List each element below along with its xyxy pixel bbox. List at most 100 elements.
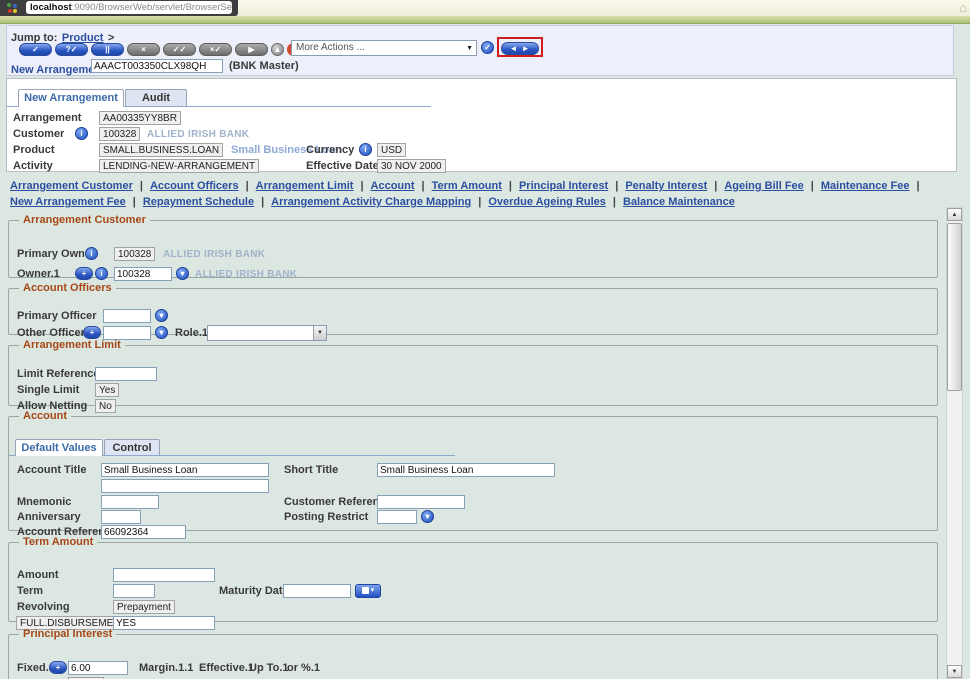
role-select-caret-icon[interactable]: ▼ — [313, 326, 326, 340]
calendar-icon[interactable]: ▾ — [355, 584, 381, 598]
link-arrangement-customer[interactable]: Arrangement Customer — [10, 180, 133, 192]
amount-input[interactable] — [113, 568, 215, 582]
url-text[interactable]: localhost:9090/BrowserWeb/servlet/Browse… — [26, 1, 232, 14]
upload-icon[interactable]: ▲ — [271, 43, 284, 56]
account-title-label: Account Title — [17, 464, 86, 476]
url-path: :9090/BrowserWeb/servlet/BrowserServlet#… — [72, 2, 232, 13]
link-ageing-bill-fee[interactable]: Ageing Bill Fee — [724, 180, 803, 192]
currency-info-icon[interactable]: i — [359, 143, 372, 156]
anniversary-input[interactable] — [101, 510, 141, 524]
scrollbar-thumb[interactable] — [947, 223, 962, 391]
fixed-rate-input[interactable] — [68, 661, 128, 675]
link-repayment-schedule[interactable]: Repayment Schedule — [143, 196, 254, 208]
upto-label: Up To.1 — [249, 662, 289, 674]
customer-name: ALLIED IRISH BANK — [147, 129, 249, 140]
link-overdue-ageing-rules[interactable]: Overdue Ageing Rules — [488, 196, 606, 208]
link-penalty-interest[interactable]: Penalty Interest — [625, 180, 707, 192]
short-title-input[interactable] — [377, 463, 555, 477]
verify-button[interactable]: ✓✓ — [163, 43, 196, 56]
primary-officer-input[interactable] — [103, 309, 151, 323]
customer-reference-input[interactable] — [377, 495, 465, 509]
url-host: localhost — [30, 2, 72, 13]
link-term-amount[interactable]: Term Amount — [432, 180, 502, 192]
scroll-up-button[interactable]: ▲ — [947, 208, 962, 221]
prev-next-button[interactable]: ◄ ► — [501, 42, 539, 55]
highlight-red-box: ◄ ► — [497, 37, 543, 57]
reverse-button[interactable]: ×✓ — [199, 43, 232, 56]
hold-button[interactable]: || — [91, 43, 124, 56]
link-separator: | — [140, 180, 143, 192]
owner1-expand-icon[interactable]: ▾ — [176, 267, 189, 280]
browser-tab[interactable]: localhost:9090/BrowserWeb/servlet/Browse… — [0, 0, 238, 16]
link-separator: | — [615, 180, 618, 192]
customer-reference-label: Customer Reference — [284, 496, 392, 508]
section-arrangement-customer: Arrangement Customer Primary Owner i 100… — [8, 214, 938, 278]
tab-audit[interactable]: Audit — [125, 89, 187, 106]
more-actions-dropdown[interactable]: More Actions ... ▼ — [291, 40, 477, 56]
record-id-input[interactable] — [91, 59, 223, 73]
product-value: SMALL.BUSINESS.LOAN — [99, 143, 223, 157]
customer-info-icon[interactable]: i — [75, 127, 88, 140]
forward-button[interactable]: ▶ — [235, 43, 268, 56]
effective-date-value: 30 NOV 2000 — [377, 159, 446, 173]
tab-control[interactable]: Control — [104, 439, 160, 455]
account-title-2-input[interactable] — [101, 479, 269, 493]
other-officer-add-icon[interactable]: + — [83, 326, 101, 339]
link-principal-interest[interactable]: Principal Interest — [519, 180, 608, 192]
currency-value: USD — [377, 143, 406, 157]
link-separator: | — [613, 196, 616, 208]
effective-date-label: Effective Date — [306, 160, 379, 172]
browser-toolbar-strip — [0, 16, 970, 24]
vertical-scrollbar[interactable]: ▲ ▼ — [946, 207, 963, 679]
revolving-label: Revolving — [17, 601, 70, 613]
single-limit-value: Yes — [95, 383, 119, 397]
section-title: Account — [19, 410, 71, 422]
posting-restrict-input[interactable] — [377, 510, 417, 524]
link-account[interactable]: Account — [371, 180, 415, 192]
mnemonic-input[interactable] — [101, 495, 159, 509]
customer-value: 100328 — [99, 127, 140, 141]
section-account: Account Default Values Control Account T… — [8, 410, 938, 531]
posting-restrict-expand-icon[interactable]: ▾ — [421, 510, 434, 523]
primary-officer-expand-icon[interactable]: ▾ — [155, 309, 168, 322]
section-links-row2: New Arrangement Fee | Repayment Schedule | A… — [10, 196, 735, 208]
link-account-officers[interactable]: Account Officers — [150, 180, 239, 192]
section-title: Arrangement Customer — [19, 214, 150, 226]
account-title-input[interactable] — [101, 463, 269, 477]
section-arrangement-limit: Arrangement Limit Limit Reference Single… — [8, 339, 938, 406]
calendar-caret-icon: ▾ — [371, 587, 375, 594]
delete-button[interactable]: × — [127, 43, 160, 56]
owner1-info-icon[interactable]: i — [95, 267, 108, 280]
link-arrangement-limit[interactable]: Arrangement Limit — [256, 180, 354, 192]
tab-new-arrangement[interactable]: New Arrangement — [18, 89, 124, 107]
link-separator: | — [811, 180, 814, 192]
link-arrangement-activity-charge-mapping[interactable]: Arrangement Activity Charge Mapping — [271, 196, 471, 208]
term-input[interactable] — [113, 584, 155, 598]
commit-button[interactable]: ✓ — [19, 43, 52, 56]
limit-reference-input[interactable] — [95, 367, 157, 381]
home-icon[interactable]: ⌂ — [959, 0, 967, 15]
other-officer-input[interactable] — [103, 326, 151, 340]
confirm-icon[interactable]: ✓ — [481, 41, 494, 54]
owner1-add-icon[interactable]: + — [75, 267, 93, 280]
fixed-add-icon[interactable]: + — [49, 661, 67, 674]
scroll-down-button[interactable]: ▼ — [947, 665, 962, 678]
other-officer-expand-icon[interactable]: ▾ — [155, 326, 168, 339]
link-new-arrangement-fee[interactable]: New Arrangement Fee — [10, 196, 126, 208]
link-balance-maintenance[interactable]: Balance Maintenance — [623, 196, 735, 208]
owner1-input[interactable] — [114, 267, 172, 281]
limit-reference-label: Limit Reference — [17, 368, 100, 380]
link-maintenance-fee[interactable]: Maintenance Fee — [821, 180, 910, 192]
tab-default-values[interactable]: Default Values — [15, 439, 103, 456]
section-title: Term Amount — [19, 536, 97, 548]
more-actions-caret-icon: ▼ — [466, 42, 473, 56]
primary-owner-label: Primary Owner — [17, 248, 95, 260]
primary-owner-info-icon[interactable]: i — [85, 247, 98, 260]
toolbar: ✓?✓||×✓✓×✓▶▲ — [19, 41, 300, 57]
owner1-label: Owner.1 — [17, 268, 60, 280]
validate-button[interactable]: ?✓ — [55, 43, 88, 56]
link-separator: | — [261, 196, 264, 208]
maturity-date-input[interactable] — [283, 584, 351, 598]
link-separator: | — [246, 180, 249, 192]
other-officer-label: Other Officer.1 — [17, 327, 93, 339]
